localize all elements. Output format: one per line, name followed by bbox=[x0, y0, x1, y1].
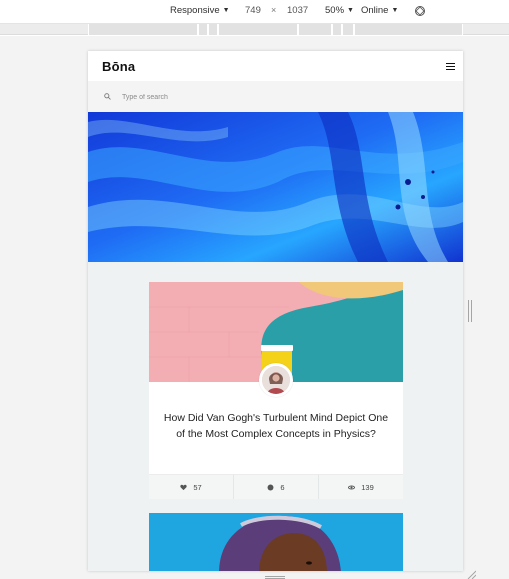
width-input[interactable]: 749 bbox=[245, 5, 261, 16]
card-cover-image bbox=[149, 513, 403, 571]
article-card[interactable]: How Did Van Gogh's Turbulent Mind Depict… bbox=[149, 282, 403, 499]
ruler-segment[interactable] bbox=[88, 24, 198, 35]
comment-count: 6 bbox=[280, 482, 285, 492]
card-image[interactable] bbox=[149, 513, 403, 571]
zoom-select[interactable]: 50% ▼ bbox=[325, 5, 354, 16]
like-count: 57 bbox=[193, 482, 202, 492]
hero-image bbox=[88, 112, 463, 262]
ruler-segment[interactable] bbox=[354, 24, 463, 35]
height-value: 1037 bbox=[287, 5, 309, 16]
comment-icon bbox=[267, 484, 274, 490]
chevron-down-icon: ▼ bbox=[347, 7, 354, 14]
network-select[interactable]: Online ▼ bbox=[361, 5, 398, 16]
ruler-segment[interactable] bbox=[298, 24, 332, 35]
rotate-icon[interactable] bbox=[414, 5, 426, 17]
site-header: Bōna bbox=[88, 51, 463, 81]
width-value: 749 bbox=[245, 5, 261, 16]
author-avatar[interactable] bbox=[259, 363, 293, 397]
hero-abstract-image bbox=[88, 112, 463, 262]
height-input[interactable]: 1037 bbox=[287, 5, 308, 16]
ruler-segment[interactable] bbox=[198, 24, 208, 35]
device-label: Responsive bbox=[170, 5, 220, 16]
view-count: 139 bbox=[361, 482, 374, 492]
ruler-segment[interactable] bbox=[342, 24, 354, 35]
devtools-toolbar: Responsive ▼ 749 × 1037 50% ▼ Online ▼ bbox=[0, 0, 509, 24]
page-viewport: Bōna Type of search How Did Van Gogh's T… bbox=[88, 51, 463, 571]
article-card[interactable] bbox=[149, 513, 403, 571]
dimension-separator: × bbox=[271, 5, 276, 15]
ruler-segment[interactable] bbox=[208, 24, 218, 35]
times-label: × bbox=[271, 5, 277, 15]
like-stat[interactable]: 57 bbox=[149, 475, 234, 499]
view-stat[interactable]: 139 bbox=[319, 475, 403, 499]
resize-handle-right[interactable] bbox=[468, 300, 472, 322]
device-select[interactable]: Responsive ▼ bbox=[170, 5, 230, 16]
search-input[interactable] bbox=[122, 90, 422, 104]
comment-stat[interactable]: 6 bbox=[234, 475, 319, 499]
search-bar bbox=[88, 81, 463, 112]
article-title[interactable]: How Did Van Gogh's Turbulent Mind Depict… bbox=[161, 410, 391, 442]
network-label: Online bbox=[361, 5, 389, 16]
ruler-segment[interactable] bbox=[332, 24, 342, 35]
site-logo[interactable]: Bōna bbox=[102, 59, 135, 74]
zoom-label: 50% bbox=[325, 5, 345, 16]
chevron-down-icon: ▼ bbox=[222, 7, 230, 14]
search-icon bbox=[104, 93, 111, 100]
heart-icon bbox=[180, 484, 188, 490]
device-stage: Bōna Type of search How Did Van Gogh's T… bbox=[0, 36, 509, 579]
chevron-down-icon: ▼ bbox=[391, 7, 399, 14]
eye-icon bbox=[348, 485, 356, 489]
avatar-photo bbox=[262, 366, 290, 394]
ruler-segment[interactable] bbox=[218, 24, 298, 35]
resize-corner-icon[interactable] bbox=[466, 569, 476, 579]
hamburger-menu-icon[interactable] bbox=[446, 63, 455, 71]
article-stats: 57 6 139 bbox=[149, 474, 403, 499]
viewport-ruler[interactable] bbox=[0, 24, 509, 35]
